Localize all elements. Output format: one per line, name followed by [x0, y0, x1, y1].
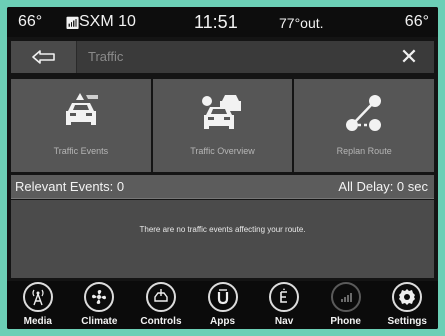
passenger-temperature[interactable]: 66° [405, 13, 429, 31]
nav-label-nav: Nav [274, 316, 294, 327]
traffic-overview-tile[interactable]: Traffic Overview [152, 79, 293, 172]
bottom-nav: Media Climate Controls Apps Nav Phone Se… [7, 281, 438, 329]
relevant-events-count: Relevant Events: 0 [15, 179, 125, 194]
status-bar: 66° 📶︎ SXM 10 11:51 77°out. 66° [7, 7, 438, 37]
nav-label-media: Media [23, 316, 52, 327]
nav-label-climate: Climate [81, 316, 118, 327]
infotainment-screen: 66° 📶︎ SXM 10 11:51 77°out. 66° Traffic … [7, 7, 438, 329]
title-bar: Traffic ✕ [11, 41, 434, 73]
all-delay-value: All Delay: 0 sec [338, 179, 428, 194]
nav-item-phone[interactable]: Phone [315, 281, 377, 329]
nav-label-controls: Controls [140, 316, 182, 327]
traffic-events-tile[interactable]: Traffic Events [11, 79, 151, 172]
media-icon [22, 282, 53, 312]
traffic-overview-label: Traffic Overview [190, 146, 255, 156]
apps-icon [207, 282, 238, 312]
nav-item-apps[interactable]: Apps [192, 281, 254, 329]
traffic-overview-icon [201, 95, 241, 129]
nav-item-settings[interactable]: Settings [376, 281, 438, 329]
events-list: There are no traffic events affecting yo… [11, 200, 434, 278]
controls-icon [145, 282, 176, 312]
nav-icon [269, 282, 300, 312]
replan-route-tile[interactable]: Replan Route [294, 79, 435, 172]
phone-icon [330, 282, 361, 312]
nav-item-controls[interactable]: Controls [130, 281, 192, 329]
close-button[interactable]: ✕ [384, 41, 434, 73]
close-icon: ✕ [399, 44, 419, 69]
settings-icon [392, 282, 423, 312]
traffic-events-label: Traffic Events [53, 146, 109, 156]
nav-item-climate[interactable]: Climate [69, 281, 131, 329]
nav-item-media[interactable]: Media [7, 281, 69, 329]
replan-route-icon [346, 95, 382, 131]
driver-temperature[interactable]: 66° [18, 13, 42, 31]
back-button[interactable] [11, 41, 77, 73]
climate-icon [84, 282, 115, 312]
events-summary-bar: Relevant Events: 0 All Delay: 0 sec [11, 175, 434, 199]
traffic-events-icon [65, 93, 98, 125]
back-arrow-icon [31, 50, 55, 64]
outside-temperature: 77°out. [279, 15, 324, 31]
clock: 11:51 [194, 12, 238, 32]
radio-station[interactable]: SXM 10 [79, 13, 136, 31]
nav-label-apps: Apps [210, 316, 236, 327]
traffic-options: Traffic Events Traffic Overview Replan R… [11, 79, 435, 172]
radio-signal-icon: 📶︎ [65, 16, 81, 30]
no-events-message: There are no traffic events affecting yo… [139, 225, 306, 234]
nav-item-nav[interactable]: Nav [253, 281, 315, 329]
nav-label-phone: Phone [330, 316, 361, 327]
replan-route-label: Replan Route [336, 146, 392, 156]
nav-label-settings: Settings [387, 316, 427, 327]
page-title: Traffic [88, 49, 124, 64]
